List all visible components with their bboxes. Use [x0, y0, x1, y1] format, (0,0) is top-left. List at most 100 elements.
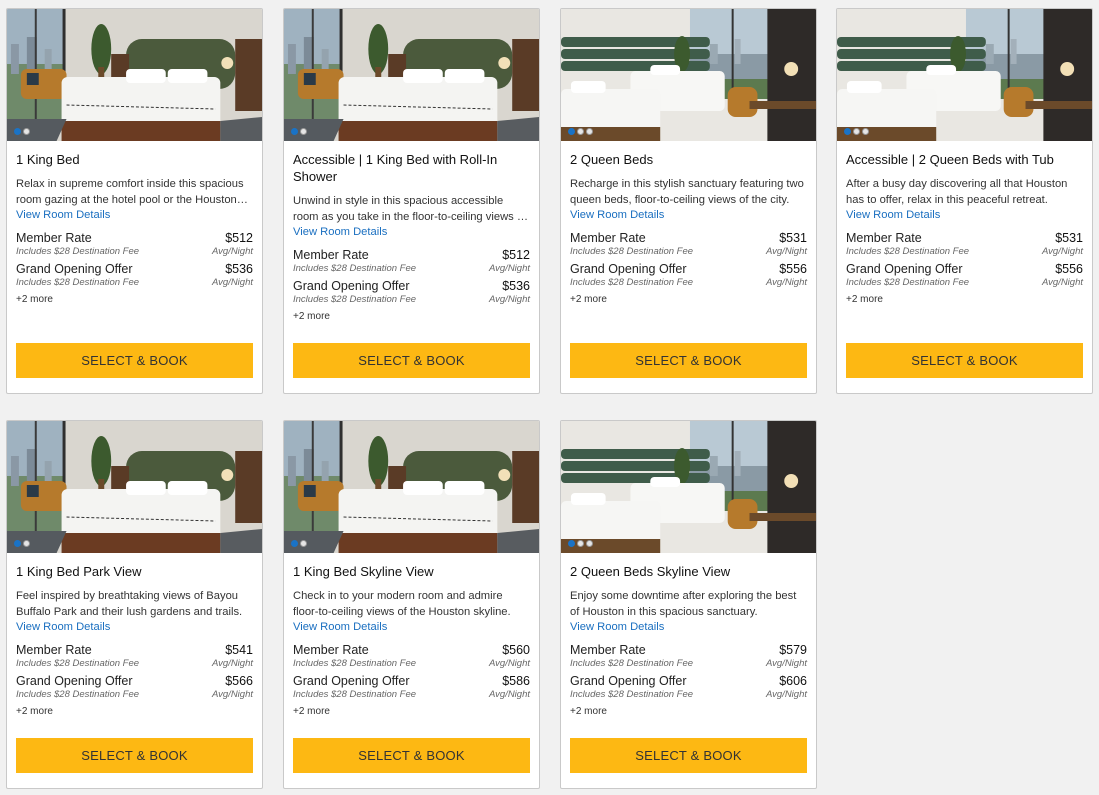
rate-price: $541 [225, 643, 253, 657]
room-description: Unwind in style in this spacious accessi… [293, 195, 527, 223]
room-photo[interactable] [7, 9, 262, 141]
select-and-book-button[interactable]: SELECT & BOOK [570, 343, 807, 378]
carousel-dot[interactable] [291, 128, 298, 135]
select-and-book-button[interactable]: SELECT & BOOK [293, 738, 530, 773]
room-card-body: 2 Queen Beds Skyline View Enjoy some dow… [561, 553, 816, 719]
rate-name: Member Rate [570, 231, 646, 245]
carousel-dot[interactable] [586, 540, 593, 547]
carousel-dot[interactable] [577, 540, 584, 547]
rate-name: Member Rate [16, 231, 92, 245]
room-description: Relax in supreme comfort inside this spa… [16, 178, 244, 206]
carousel-dot[interactable] [300, 540, 307, 547]
carousel-dot[interactable] [844, 128, 851, 135]
room-photo[interactable] [7, 421, 262, 553]
more-rates-link[interactable]: +2 more [570, 705, 807, 719]
rate-row: Member Rate Includes $28 Destination Fee… [293, 248, 530, 275]
room-card: Accessible | 2 Queen Beds with Tub After… [836, 8, 1093, 394]
room-title: 1 King Bed Park View [16, 564, 142, 579]
rate-row: Grand Opening Offer Includes $28 Destina… [16, 674, 253, 701]
select-and-book-button[interactable]: SELECT & BOOK [16, 738, 253, 773]
rate-name: Member Rate [293, 643, 369, 657]
rate-fee-note: Includes $28 Destination Fee [846, 277, 970, 288]
carousel-dot[interactable] [300, 128, 307, 135]
select-and-book-button[interactable]: SELECT & BOOK [570, 738, 807, 773]
select-and-book-button[interactable]: SELECT & BOOK [293, 343, 530, 378]
carousel-dot[interactable] [862, 128, 869, 135]
room-card-body: 1 King Bed Relax in supreme comfort insi… [7, 141, 262, 307]
carousel-dot[interactable] [23, 128, 30, 135]
rate-row: Member Rate Includes $28 Destination Fee… [570, 231, 807, 258]
rate-name: Grand Opening Offer [570, 674, 687, 688]
room-card: 1 King Bed Park View Feel inspired by br… [6, 420, 263, 789]
rate-fee-note: Includes $28 Destination Fee [16, 246, 140, 257]
rate-unit: Avg/Night [211, 277, 253, 288]
photo-carousel-dots [291, 540, 307, 547]
select-and-book-button[interactable]: SELECT & BOOK [16, 343, 253, 378]
view-room-details-link[interactable]: View Room Details [846, 208, 1083, 223]
rate-price: $579 [779, 643, 807, 657]
rate-fee-note: Includes $28 Destination Fee [16, 689, 140, 700]
rate-unit: Avg/Night [765, 658, 807, 669]
rate-unit: Avg/Night [211, 689, 253, 700]
room-photo[interactable] [284, 421, 539, 553]
more-rates-link[interactable]: +2 more [16, 293, 253, 307]
rate-price: $536 [225, 262, 253, 276]
view-room-details-link[interactable]: View Room Details [570, 208, 807, 223]
rate-price: $606 [779, 674, 807, 688]
carousel-dot[interactable] [586, 128, 593, 135]
rate-fee-note: Includes $28 Destination Fee [293, 294, 417, 305]
room-card-body: Accessible | 2 Queen Beds with Tub After… [837, 141, 1092, 307]
room-card: Accessible | 1 King Bed with Roll-In Sho… [283, 8, 540, 394]
room-card: 2 Queen Beds Recharge in this stylish sa… [560, 8, 817, 394]
rate-price: $531 [1055, 231, 1083, 245]
rate-unit: Avg/Night [488, 294, 530, 305]
view-room-details-link[interactable]: View Room Details [16, 620, 253, 635]
room-title: 2 Queen Beds Skyline View [570, 564, 731, 579]
rate-row: Member Rate Includes $28 Destination Fee… [846, 231, 1083, 258]
rate-fee-note: Includes $28 Destination Fee [293, 263, 417, 274]
view-room-details-link[interactable]: View Room Details [293, 225, 530, 240]
rate-unit: Avg/Night [488, 658, 530, 669]
view-room-details-link[interactable]: View Room Details [570, 620, 807, 635]
rate-fee-note: Includes $28 Destination Fee [570, 689, 694, 700]
room-card-body: 1 King Bed Skyline View Check in to your… [284, 553, 539, 719]
room-photo[interactable] [561, 9, 816, 141]
room-photo[interactable] [284, 9, 539, 141]
rate-name: Grand Opening Offer [293, 674, 410, 688]
carousel-dot[interactable] [568, 128, 575, 135]
room-card-body: 1 King Bed Park View Feel inspired by br… [7, 553, 262, 719]
rate-price: $586 [502, 674, 530, 688]
view-room-details-link[interactable]: View Room Details [16, 208, 253, 223]
carousel-dot[interactable] [853, 128, 860, 135]
more-rates-link[interactable]: +2 more [16, 705, 253, 719]
carousel-dot[interactable] [14, 540, 21, 547]
carousel-dot[interactable] [577, 128, 584, 135]
select-and-book-button[interactable]: SELECT & BOOK [846, 343, 1083, 378]
room-title: Accessible | 1 King Bed with Roll-In Sho… [293, 152, 498, 184]
room-title: 1 King Bed Skyline View [293, 564, 434, 579]
room-photo[interactable] [561, 421, 816, 553]
rate-row: Member Rate Includes $28 Destination Fee… [16, 231, 253, 258]
rate-price: $556 [779, 262, 807, 276]
rate-fee-note: Includes $28 Destination Fee [570, 277, 694, 288]
room-title: 1 King Bed [16, 152, 80, 167]
rate-price: $560 [502, 643, 530, 657]
rate-unit: Avg/Night [488, 263, 530, 274]
room-title: Accessible | 2 Queen Beds with Tub [846, 152, 1054, 167]
carousel-dot[interactable] [291, 540, 298, 547]
room-title: 2 Queen Beds [570, 152, 654, 167]
room-card-body: Accessible | 1 King Bed with Roll-In Sho… [284, 141, 539, 324]
rate-row: Grand Opening Offer Includes $28 Destina… [846, 262, 1083, 289]
carousel-dot[interactable] [23, 540, 30, 547]
room-description: Recharge in this stylish sanctuary featu… [570, 178, 804, 206]
view-room-details-link[interactable]: View Room Details [293, 620, 530, 635]
more-rates-link[interactable]: +2 more [293, 705, 530, 719]
carousel-dot[interactable] [14, 128, 21, 135]
more-rates-link[interactable]: +2 more [293, 310, 530, 324]
rate-price: $531 [779, 231, 807, 245]
more-rates-link[interactable]: +2 more [846, 293, 1083, 307]
more-rates-link[interactable]: +2 more [570, 293, 807, 307]
carousel-dot[interactable] [568, 540, 575, 547]
rate-unit: Avg/Night [765, 246, 807, 257]
room-photo[interactable] [837, 9, 1092, 141]
